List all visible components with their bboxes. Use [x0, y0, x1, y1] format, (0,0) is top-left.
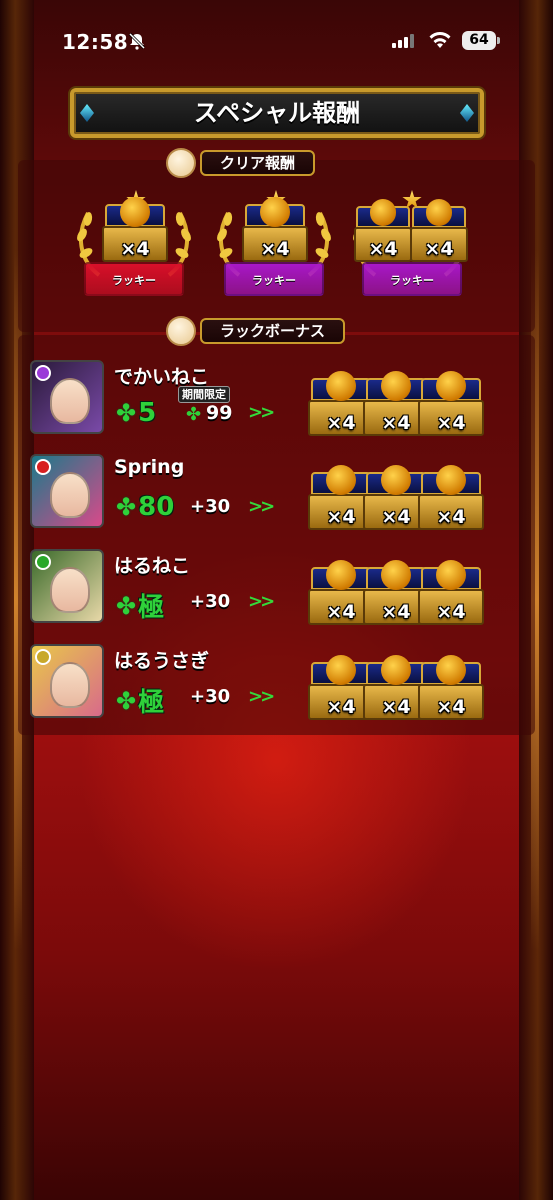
reward-chests: ×4 ×4 ×4 — [308, 555, 528, 627]
silent-bell-icon — [128, 32, 146, 50]
page-title: スペシャル報酬 — [70, 88, 484, 138]
gem-left-icon — [80, 104, 94, 122]
lucky-reward-badge[interactable]: ×4 ラッキー — [214, 190, 334, 305]
chest-quantity: ×4 — [424, 238, 454, 260]
character-avatar[interactable] — [30, 549, 104, 623]
reward-chests: ×4 ×4 ×4 — [308, 366, 528, 438]
page-title-text: スペシャル報酬 — [193, 99, 361, 127]
cellular-signal-icon — [392, 34, 414, 48]
status-bar: 12:58 64 — [0, 0, 553, 80]
character-portrait — [50, 567, 90, 613]
limited-luck-value: 99 — [206, 402, 233, 424]
lucky-ribbon: ラッキー — [224, 262, 324, 296]
luck-bonus-row[interactable]: はるねこ ✤ 極 +30 >> ×4 ×4 ×4 — [28, 547, 528, 627]
element-orb-icon — [35, 649, 51, 665]
treasure-chest-icon: ×4 — [418, 465, 484, 530]
luck-plus-bonus: +30 — [190, 591, 231, 612]
gold-coin-icon — [369, 199, 397, 226]
treasure-chest-icon: ×4 — [418, 655, 484, 720]
luck-bonus-row[interactable]: はるうさぎ ✤ 極 +30 >> ×4 ×4 ×4 — [28, 642, 528, 722]
luck-value: ✤ 極 — [116, 682, 164, 719]
luck-number: 5 — [138, 398, 157, 428]
clear-reward-label: クリア報酬 — [200, 150, 316, 176]
element-orb-icon — [35, 365, 51, 381]
clover-icon: ✤ — [116, 399, 137, 427]
luck-number: 80 — [138, 492, 175, 522]
luck-bonus-label: ラックボーナス — [200, 318, 346, 344]
lucky-reward-badge[interactable]: ×4 ×4 ラッキー — [350, 190, 472, 305]
wifi-icon — [429, 32, 451, 48]
lucky-ribbon: ラッキー — [362, 262, 462, 296]
luck-number: 極 — [138, 688, 165, 718]
reward-emblem-icon — [166, 316, 196, 346]
character-avatar[interactable] — [30, 644, 104, 718]
luck-value: ✤ 5 — [116, 398, 156, 428]
treasure-chest-icon: ×4 — [102, 197, 168, 262]
clover-icon: ✤ — [116, 591, 137, 620]
luck-plus-bonus: +30 — [190, 686, 231, 707]
limited-time-tag: 期間限定 — [178, 386, 230, 403]
treasure-chest-icon: ×4 — [418, 371, 484, 436]
character-name: でかいねこ — [114, 366, 210, 388]
character-portrait — [50, 472, 90, 518]
element-orb-icon — [35, 554, 51, 570]
arrow-right-icon: >> — [248, 591, 275, 612]
chest-quantity: ×4 — [436, 506, 466, 528]
chest-quantity: ×4 — [436, 412, 466, 434]
chest-quantity: ×4 — [436, 601, 466, 623]
character-name: はるうさぎ — [114, 650, 210, 672]
arrow-right-icon: >> — [248, 686, 275, 707]
lucky-reward-badge[interactable]: ×4 ラッキー — [74, 190, 194, 305]
luck-number: 極 — [138, 593, 165, 623]
character-portrait — [50, 378, 90, 424]
reward-emblem-icon — [166, 148, 196, 178]
battery-indicator: 64 — [462, 31, 500, 50]
element-orb-icon — [35, 459, 51, 475]
character-avatar[interactable] — [30, 360, 104, 434]
clover-icon: ✤ — [116, 686, 137, 715]
treasure-chest-icon: ×4 — [242, 197, 308, 262]
character-name: Spring — [114, 456, 185, 478]
reward-chests: ×4 ×4 ×4 — [308, 650, 528, 722]
gold-coin-icon — [425, 199, 453, 226]
luck-value: ✤ 80 — [116, 492, 174, 522]
arrow-right-icon: >> — [248, 402, 275, 423]
character-avatar[interactable] — [30, 454, 104, 528]
arrow-right-icon: >> — [248, 496, 275, 517]
clover-icon: ✤ — [186, 404, 202, 425]
luck-bonus-row[interactable]: でかいねこ ✤ 5 期間限定 ✤ 99 >> ×4 ×4 ×4 — [28, 358, 528, 438]
luck-plus-bonus: +30 — [190, 496, 231, 517]
status-time: 12:58 — [62, 30, 129, 54]
character-portrait — [50, 662, 90, 708]
luck-bonus-row[interactable]: Spring ✤ 80 +30 >> ×4 ×4 ×4 — [28, 452, 528, 532]
gem-right-icon — [460, 104, 474, 122]
chest-quantity: ×4 — [120, 238, 150, 260]
chest-quantity: ×4 — [368, 238, 398, 260]
luck-value: ✤ 極 — [116, 587, 164, 624]
luck-bonus-header: ラックボーナス — [166, 316, 346, 346]
clear-reward-header: クリア報酬 — [166, 148, 316, 178]
treasure-chest-icon: ×4 — [354, 199, 412, 262]
treasure-chest-icon: ×4 — [410, 199, 468, 262]
chest-quantity: ×4 — [260, 238, 290, 260]
reward-chests: ×4 ×4 ×4 — [308, 460, 528, 532]
clover-icon: ✤ — [116, 493, 137, 521]
character-name: はるねこ — [114, 555, 191, 577]
chest-quantity: ×4 — [436, 696, 466, 718]
treasure-chest-icon: ×4 — [418, 560, 484, 625]
lucky-ribbon: ラッキー — [84, 262, 184, 296]
